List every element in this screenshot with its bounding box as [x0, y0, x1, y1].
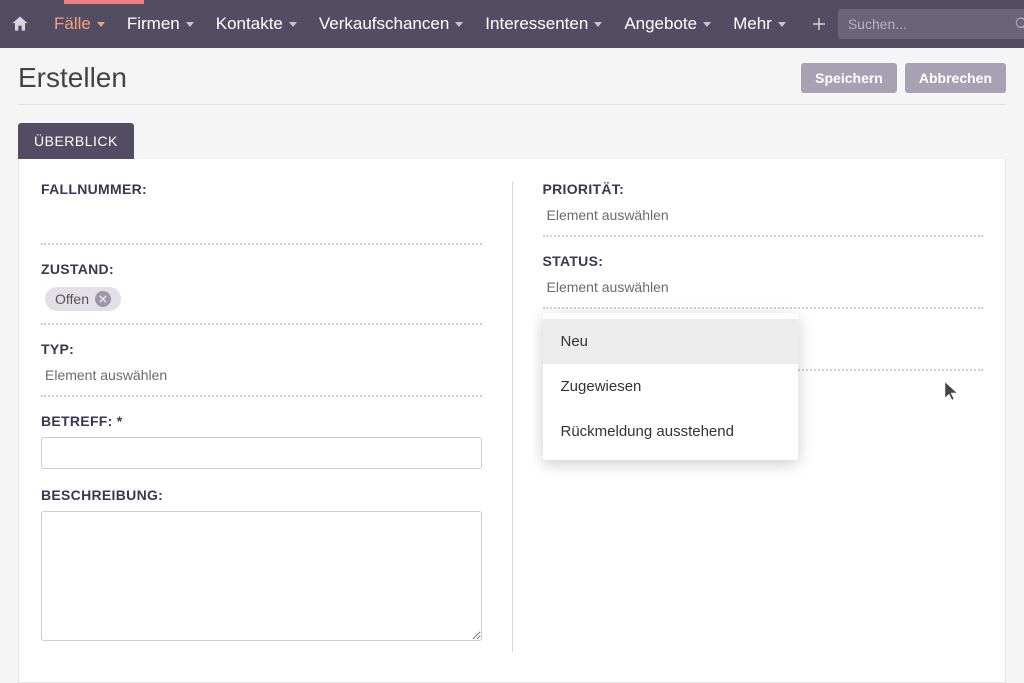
beschreibung-textarea[interactable]: [41, 511, 482, 641]
separator: [41, 395, 482, 397]
fallnummer-value: [41, 205, 482, 233]
plus-icon[interactable]: [810, 12, 828, 36]
tab-row: ÜBERBLICK: [0, 123, 1024, 159]
typ-select[interactable]: Element auswählen: [41, 365, 482, 385]
close-icon[interactable]: [95, 291, 111, 307]
cancel-button[interactable]: Abbrechen: [905, 63, 1006, 93]
nav-label: Fälle: [54, 14, 91, 34]
nav-item-mehr[interactable]: Mehr: [725, 8, 794, 40]
typ-label: TYP:: [41, 341, 482, 357]
zustand-tag-label: Offen: [55, 291, 89, 307]
chevron-down-icon: [186, 22, 194, 27]
status-select[interactable]: Element auswählen: [543, 277, 984, 297]
nav-label: Verkaufschancen: [319, 14, 449, 34]
betreff-label: BETREFF: *: [41, 413, 482, 429]
separator: [543, 235, 984, 237]
status-option-rueckmeldung[interactable]: Rückmeldung ausstehend: [543, 409, 798, 454]
status-option-neu[interactable]: Neu: [543, 319, 798, 364]
nav: Fälle Firmen Kontakte Verkaufschancen In…: [46, 8, 794, 40]
zustand-label: ZUSTAND:: [41, 261, 482, 277]
status-dropdown: Neu Zugewiesen Rückmeldung ausstehend: [543, 313, 798, 460]
right-column: PRIORITÄT: Element auswählen STATUS: Ele…: [543, 181, 984, 652]
separator: [41, 323, 482, 325]
search-icon: [1014, 16, 1024, 32]
header-buttons: Speichern Abbrechen: [801, 63, 1006, 93]
nav-item-verkaufschancen[interactable]: Verkaufschancen: [311, 8, 471, 40]
left-column: FALLNUMMER: ZUSTAND: Offen TYP: Element …: [41, 181, 482, 652]
divider: [18, 104, 1006, 105]
page-header: Erstellen Speichern Abbrechen: [0, 48, 1024, 104]
nav-item-firmen[interactable]: Firmen: [119, 8, 202, 40]
form-panel: FALLNUMMER: ZUSTAND: Offen TYP: Element …: [18, 159, 1006, 683]
chevron-down-icon: [455, 22, 463, 27]
search-input[interactable]: [838, 9, 1024, 39]
nav-item-kontakte[interactable]: Kontakte: [208, 8, 305, 40]
zustand-tag[interactable]: Offen: [45, 287, 121, 311]
prioritaet-label: PRIORITÄT:: [543, 181, 984, 197]
fallnummer-label: FALLNUMMER:: [41, 181, 482, 197]
topbar: Fälle Firmen Kontakte Verkaufschancen In…: [0, 0, 1024, 48]
tab-overview[interactable]: ÜBERBLICK: [18, 123, 134, 159]
chevron-down-icon: [778, 22, 786, 27]
nav-label: Firmen: [127, 14, 180, 34]
nav-label: Mehr: [733, 14, 772, 34]
nav-item-interessenten[interactable]: Interessenten: [477, 8, 610, 40]
chevron-down-icon: [97, 22, 105, 27]
betreff-input[interactable]: [41, 437, 482, 469]
nav-label: Kontakte: [216, 14, 283, 34]
separator: [543, 307, 984, 309]
nav-label: Interessenten: [485, 14, 588, 34]
beschreibung-label: BESCHREIBUNG:: [41, 487, 482, 503]
nav-item-faelle[interactable]: Fälle: [46, 8, 113, 40]
status-label: STATUS:: [543, 253, 984, 269]
chevron-down-icon: [289, 22, 297, 27]
chevron-down-icon: [594, 22, 602, 27]
nav-label: Angebote: [624, 14, 697, 34]
page-title: Erstellen: [18, 62, 127, 94]
prioritaet-select[interactable]: Element auswählen: [543, 205, 984, 225]
column-divider: [512, 181, 513, 652]
search-wrap: [838, 9, 1024, 39]
home-icon[interactable]: [10, 10, 30, 38]
save-button[interactable]: Speichern: [801, 63, 897, 93]
cursor-icon: [944, 381, 958, 401]
chevron-down-icon: [703, 22, 711, 27]
status-option-zugewiesen[interactable]: Zugewiesen: [543, 364, 798, 409]
separator: [41, 243, 482, 245]
nav-item-angebote[interactable]: Angebote: [616, 8, 719, 40]
